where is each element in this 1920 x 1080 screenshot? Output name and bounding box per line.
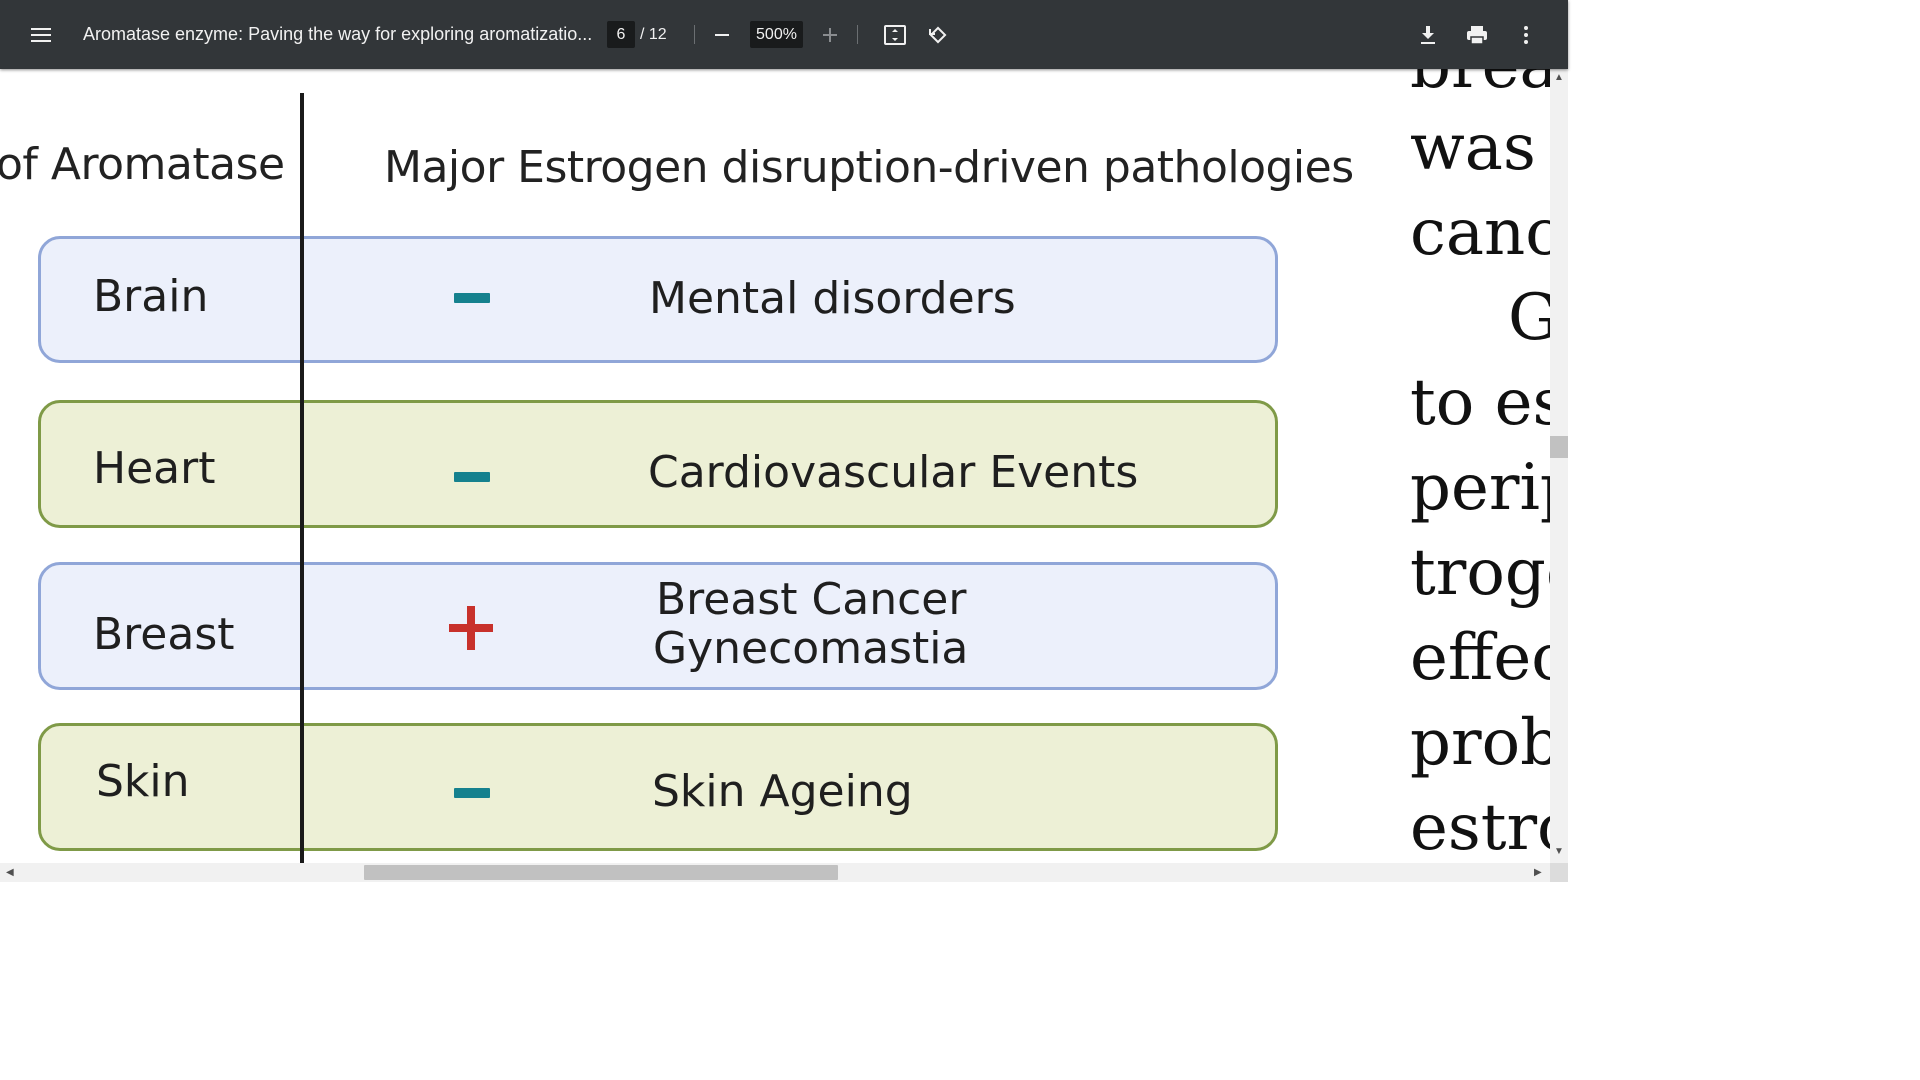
row-breast: Breast Breast Cancer Gynecomastia: [38, 562, 1278, 690]
text-line: canc: [1410, 196, 1550, 270]
page-total: / 12: [640, 25, 667, 43]
pdf-toolbar: Aromatase enzyme: Paving the way for exp…: [0, 0, 1568, 69]
zoom-out-button[interactable]: [702, 0, 742, 69]
text-line: prob: [1410, 706, 1550, 780]
download-button[interactable]: [1408, 0, 1448, 69]
horizontal-scroll-thumb[interactable]: [364, 865, 838, 880]
text-line: troge: [1410, 536, 1550, 610]
zoom-level-input[interactable]: 500%: [750, 21, 803, 48]
scrollbar-corner: [1550, 863, 1568, 882]
aromatase-figure: of Aromatase Major Estrogen disruption-d…: [0, 69, 1354, 863]
print-icon[interactable]: [1457, 15, 1497, 55]
text-line: G: [1508, 281, 1550, 355]
organ-label: Brain: [93, 271, 209, 322]
scroll-left-icon[interactable]: ◀: [6, 867, 14, 878]
text-line: estro: [1410, 791, 1550, 863]
text-line: effec: [1410, 621, 1550, 695]
document-title: Aromatase enzyme: Paving the way for exp…: [83, 24, 593, 44]
toolbar-separator: [694, 25, 695, 44]
minus-icon: [454, 788, 490, 798]
text-line: was: [1410, 111, 1536, 185]
rotate-button[interactable]: [918, 0, 958, 69]
vertical-scroll-thumb[interactable]: [1550, 436, 1568, 458]
text-line: perip: [1410, 451, 1550, 525]
organ-label: Skin: [96, 756, 190, 807]
fit-page-icon[interactable]: [875, 15, 915, 55]
scroll-up-icon[interactable]: ▲: [1554, 72, 1564, 83]
body-text-column: breas was canc G to es perip troge effec…: [1410, 69, 1550, 863]
more-vert-icon[interactable]: [1506, 15, 1546, 55]
document-viewport[interactable]: of Aromatase Major Estrogen disruption-d…: [0, 69, 1550, 863]
page-number-input[interactable]: 6: [607, 21, 635, 48]
organ-label: Heart: [93, 443, 216, 494]
menu-button[interactable]: [21, 0, 61, 69]
minus-icon: [454, 472, 490, 482]
row-heart: Heart Cardiovascular Events: [38, 400, 1278, 528]
pathology-label: Gynecomastia: [653, 623, 969, 674]
text-line: breas: [1410, 69, 1550, 103]
menu-icon[interactable]: [21, 15, 61, 55]
pathology-label: Breast Cancer: [656, 574, 967, 625]
vertical-divider: [300, 93, 304, 863]
zoom-out-icon[interactable]: [702, 15, 742, 55]
rotate-icon[interactable]: [918, 15, 958, 55]
scroll-down-icon[interactable]: ▼: [1554, 846, 1564, 857]
text-line: to es: [1410, 366, 1550, 440]
zoom-in-icon[interactable]: [810, 15, 850, 55]
pathology-label: Cardiovascular Events: [648, 447, 1139, 498]
zoom-in-button[interactable]: [810, 0, 850, 69]
row-brain: Brain Mental disorders: [38, 236, 1278, 363]
column-header-left: of Aromatase: [0, 139, 285, 190]
fit-page-button[interactable]: [875, 0, 915, 69]
minus-icon: [454, 293, 490, 303]
download-icon[interactable]: [1408, 15, 1448, 55]
more-options-button[interactable]: [1506, 0, 1546, 69]
organ-label: Breast: [93, 609, 235, 660]
scroll-right-icon[interactable]: ▶: [1534, 867, 1542, 878]
print-button[interactable]: [1457, 0, 1497, 69]
pathology-label: Mental disorders: [649, 273, 1016, 324]
toolbar-separator: [857, 25, 858, 44]
column-header-right: Major Estrogen disruption-driven patholo…: [384, 142, 1354, 193]
plus-icon: [449, 606, 493, 650]
row-skin: Skin Skin Ageing: [38, 723, 1278, 851]
vertical-scrollbar[interactable]: [1550, 69, 1568, 863]
pathology-label: Skin Ageing: [652, 766, 913, 817]
